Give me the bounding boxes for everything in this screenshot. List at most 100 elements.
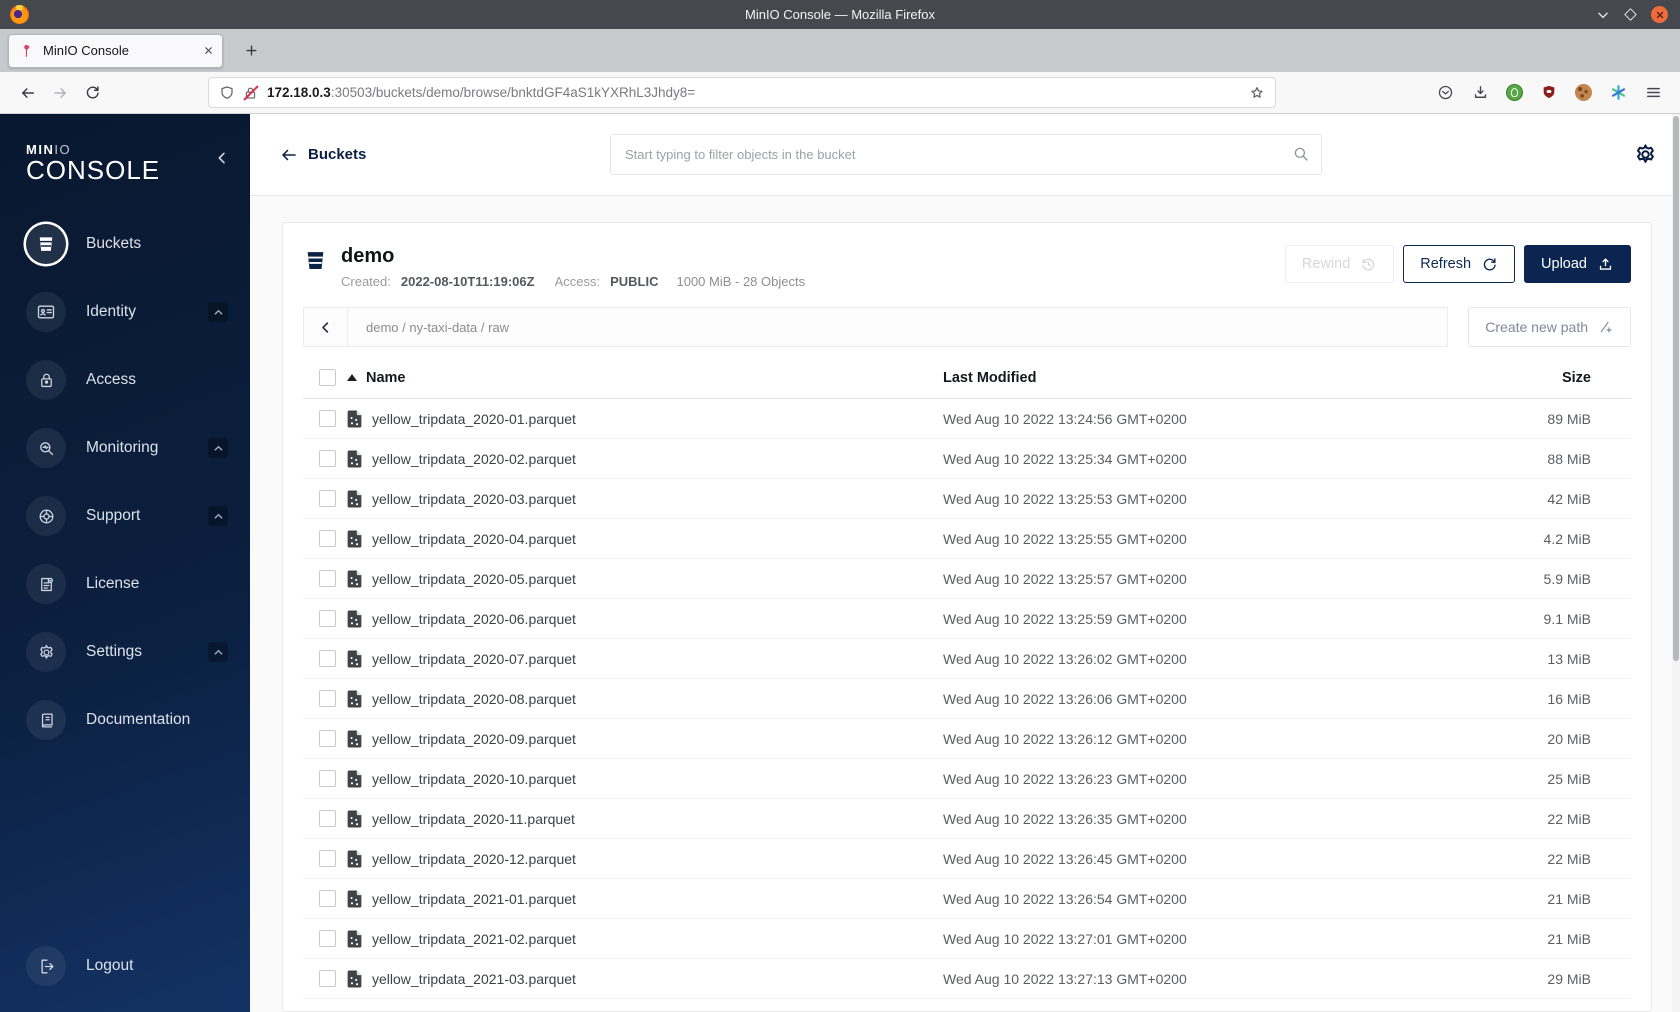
row-checkbox[interactable] <box>319 730 336 747</box>
breadcrumb-back-icon[interactable] <box>304 308 348 346</box>
sidebar-item-identity[interactable]: Identity <box>0 278 250 346</box>
row-checkbox[interactable] <box>319 610 336 627</box>
asterisk-extension-icon[interactable] <box>1609 84 1627 102</box>
search-input[interactable] <box>610 134 1322 175</box>
sidebar-item-logout[interactable]: Logout <box>0 932 250 1000</box>
sidebar-item-settings[interactable]: Settings <box>0 618 250 686</box>
scrollbar-thumb[interactable] <box>1673 116 1679 661</box>
row-checkbox[interactable] <box>319 890 336 907</box>
tab-close-icon[interactable] <box>203 45 214 56</box>
object-name[interactable]: yellow_tripdata_2020-06.parquet <box>372 611 576 627</box>
object-name[interactable]: yellow_tripdata_2020-09.parquet <box>372 731 576 747</box>
tab-minio-console[interactable]: MinIO Console <box>8 33 223 68</box>
table-row[interactable]: yellow_tripdata_2020-08.parquet Wed Aug … <box>303 679 1631 719</box>
menu-hamburger-icon[interactable] <box>1644 84 1662 102</box>
row-checkbox[interactable] <box>319 850 336 867</box>
upload-button[interactable]: Upload <box>1524 245 1631 283</box>
column-last-modified[interactable]: Last Modified <box>943 370 1483 386</box>
table-row[interactable]: yellow_tripdata_2020-01.parquet Wed Aug … <box>303 399 1631 439</box>
table-row[interactable]: yellow_tripdata_2020-09.parquet Wed Aug … <box>303 719 1631 759</box>
settings-gear-icon[interactable] <box>1633 142 1658 167</box>
object-size: 88 MiB <box>1547 450 1591 467</box>
table-row[interactable]: yellow_tripdata_2020-05.parquet Wed Aug … <box>303 559 1631 599</box>
table-row[interactable]: yellow_tripdata_2020-07.parquet Wed Aug … <box>303 639 1631 679</box>
column-size[interactable]: Size <box>1483 370 1591 386</box>
sidebar-item-access[interactable]: Access <box>0 346 250 414</box>
refresh-button[interactable]: Refresh <box>1403 245 1516 283</box>
breadcrumb[interactable]: demo / ny-taxi-data / raw <box>366 320 509 335</box>
sidebar-item-documentation[interactable]: Documentation <box>0 686 250 754</box>
object-name[interactable]: yellow_tripdata_2020-12.parquet <box>372 851 576 867</box>
chevron-up-icon[interactable] <box>208 642 228 662</box>
table-row[interactable]: yellow_tripdata_2020-10.parquet Wed Aug … <box>303 759 1631 799</box>
row-checkbox[interactable] <box>319 570 336 587</box>
insecure-lock-icon[interactable] <box>243 84 259 101</box>
row-checkbox[interactable] <box>319 490 336 507</box>
object-name[interactable]: yellow_tripdata_2020-01.parquet <box>372 411 576 427</box>
object-name[interactable]: yellow_tripdata_2021-03.parquet <box>372 971 576 987</box>
page-scrollbar[interactable] <box>1672 114 1680 1012</box>
row-checkbox[interactable] <box>319 690 336 707</box>
table-row[interactable]: yellow_tripdata_2020-11.parquet Wed Aug … <box>303 799 1631 839</box>
chevron-up-icon[interactable] <box>208 506 228 526</box>
row-checkbox[interactable] <box>319 410 336 427</box>
object-size: 20 MiB <box>1547 730 1591 747</box>
create-new-path-button[interactable]: Create new path <box>1468 307 1631 347</box>
forward-button-icon[interactable] <box>44 78 76 108</box>
chevron-up-icon[interactable] <box>208 302 228 322</box>
extension-green-icon[interactable] <box>1506 84 1523 101</box>
object-name[interactable]: yellow_tripdata_2021-01.parquet <box>372 891 576 907</box>
rewind-button[interactable]: Rewind <box>1284 245 1395 283</box>
window-close-icon[interactable] <box>1651 6 1668 23</box>
object-name[interactable]: yellow_tripdata_2020-10.parquet <box>372 771 576 787</box>
object-name[interactable]: yellow_tripdata_2020-04.parquet <box>372 531 576 547</box>
column-name[interactable]: Name <box>366 370 406 386</box>
downloads-icon[interactable] <box>1471 84 1489 102</box>
sidebar-item-license[interactable]: License <box>0 550 250 618</box>
object-name[interactable]: yellow_tripdata_2021-02.parquet <box>372 931 576 947</box>
select-all-checkbox[interactable] <box>319 369 336 386</box>
row-checkbox[interactable] <box>319 930 336 947</box>
table-row[interactable]: yellow_tripdata_2020-02.parquet Wed Aug … <box>303 439 1631 479</box>
url-bar[interactable]: 172.18.0.3:30503/buckets/demo/browse/bnk… <box>208 77 1276 108</box>
table-row[interactable]: yellow_tripdata_2020-12.parquet Wed Aug … <box>303 839 1631 879</box>
sidebar-item-support[interactable]: Support <box>0 482 250 550</box>
back-to-buckets-link[interactable]: Buckets <box>280 146 366 164</box>
sort-ascending-icon[interactable] <box>347 374 357 381</box>
reload-button-icon[interactable] <box>76 78 108 108</box>
ublock-origin-icon[interactable] <box>1540 84 1558 102</box>
row-checkbox[interactable] <box>319 450 336 467</box>
table-row[interactable]: yellow_tripdata_2020-06.parquet Wed Aug … <box>303 599 1631 639</box>
chevron-up-icon[interactable] <box>208 438 228 458</box>
table-row[interactable]: yellow_tripdata_2020-04.parquet Wed Aug … <box>303 519 1631 559</box>
table-row[interactable]: yellow_tripdata_2021-02.parquet Wed Aug … <box>303 919 1631 959</box>
object-name[interactable]: yellow_tripdata_2020-07.parquet <box>372 651 576 667</box>
bucket-name: demo <box>341 245 395 267</box>
url-text[interactable]: 172.18.0.3:30503/buckets/demo/browse/bnk… <box>267 85 1241 100</box>
row-checkbox[interactable] <box>319 770 336 787</box>
window-minimize-icon[interactable] <box>1596 8 1610 22</box>
object-name[interactable]: yellow_tripdata_2020-03.parquet <box>372 491 576 507</box>
cookie-extension-icon[interactable] <box>1575 84 1592 101</box>
window-maximize-icon[interactable] <box>1624 8 1637 21</box>
table-row[interactable]: yellow_tripdata_2021-01.parquet Wed Aug … <box>303 879 1631 919</box>
row-checkbox[interactable] <box>319 650 336 667</box>
bookmark-star-icon[interactable] <box>1249 85 1265 101</box>
object-name[interactable]: yellow_tripdata_2020-05.parquet <box>372 571 576 587</box>
row-checkbox[interactable] <box>319 530 336 547</box>
sidebar-collapse-icon[interactable] <box>214 150 230 166</box>
back-button-icon[interactable] <box>12 78 44 108</box>
table-row[interactable]: yellow_tripdata_2020-03.parquet Wed Aug … <box>303 479 1631 519</box>
table-row[interactable]: yellow_tripdata_2021-03.parquet Wed Aug … <box>303 959 1631 999</box>
sidebar-item-monitoring[interactable]: Monitoring <box>0 414 250 482</box>
object-name[interactable]: yellow_tripdata_2020-11.parquet <box>372 811 575 827</box>
tracking-shield-icon[interactable] <box>219 85 235 101</box>
sidebar-item-buckets[interactable]: Buckets <box>0 210 250 278</box>
pocket-icon[interactable] <box>1436 84 1454 102</box>
row-checkbox[interactable] <box>319 810 336 827</box>
row-checkbox[interactable] <box>319 970 336 987</box>
object-name[interactable]: yellow_tripdata_2020-02.parquet <box>372 451 576 467</box>
bucket-icon <box>303 248 328 273</box>
new-tab-button[interactable] <box>237 37 265 65</box>
object-name[interactable]: yellow_tripdata_2020-08.parquet <box>372 691 576 707</box>
